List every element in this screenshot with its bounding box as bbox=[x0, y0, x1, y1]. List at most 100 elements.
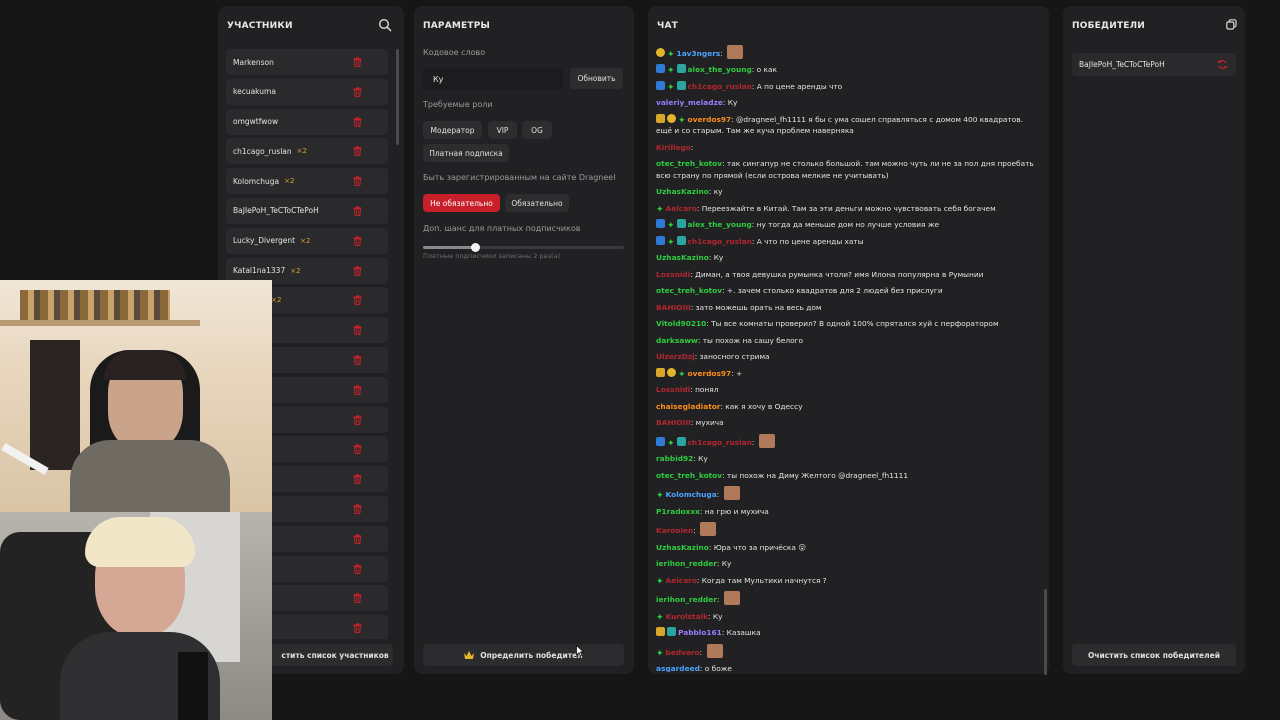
chat-username[interactable]: UzhasKazino bbox=[656, 253, 709, 262]
chat-username[interactable]: BAHIOIII bbox=[656, 418, 691, 427]
chat-username[interactable]: otec_treh_kotov bbox=[656, 159, 722, 168]
chat-message: ✦ ch1cago_ruslan: А что по цене аренды ха… bbox=[656, 233, 1040, 250]
trash-icon[interactable] bbox=[353, 414, 362, 425]
roles-label: Требуемые роли bbox=[423, 100, 493, 109]
chat-message: BAHIOIII: зато можешь орать на весь дом bbox=[656, 299, 1040, 316]
trash-icon[interactable] bbox=[353, 355, 362, 365]
chat-username[interactable]: overdos97 bbox=[688, 115, 732, 124]
star-badge-icon: ✦ bbox=[656, 612, 664, 623]
role-moderator-chip[interactable]: Модератор bbox=[423, 121, 482, 139]
chat-panel: ЧАТ ✦ 1av3ngers: ✦ alex_the_young: о как ✦ c… bbox=[648, 6, 1049, 675]
copy-icon[interactable] bbox=[1226, 19, 1237, 30]
trash-icon[interactable] bbox=[353, 295, 362, 306]
chat-username[interactable]: Lossnidi bbox=[656, 385, 690, 394]
chat-message: Lossnidi: понял bbox=[656, 382, 1040, 399]
codeword-input[interactable]: Ку bbox=[423, 68, 563, 90]
chat-username[interactable]: Kolomchuga bbox=[666, 490, 717, 499]
chat-username[interactable]: Lossnidi bbox=[656, 270, 690, 279]
trash-icon[interactable] bbox=[353, 563, 362, 574]
codeword-label: Кодовое слово bbox=[423, 48, 486, 57]
trash-icon[interactable] bbox=[353, 474, 362, 485]
chat-username[interactable]: rabbid92 bbox=[656, 454, 693, 463]
chat-username[interactable]: Aelcaro bbox=[666, 204, 697, 213]
chat-message: BAHIOIII: мухича bbox=[656, 415, 1040, 432]
gift-badge-icon bbox=[676, 80, 686, 90]
chat-username[interactable]: otec_treh_kotov bbox=[656, 286, 722, 295]
role-subscription-chip[interactable]: Платная подписка bbox=[423, 144, 509, 162]
not-required-option[interactable]: Не обязательно bbox=[423, 194, 500, 212]
role-vip-chip[interactable]: VIP bbox=[488, 121, 517, 139]
chat-username[interactable]: Aelcaro bbox=[666, 576, 697, 585]
determine-winner-button[interactable]: Определить победител bbox=[423, 644, 624, 666]
update-button[interactable]: Обновить bbox=[570, 68, 623, 89]
params-panel: ПАРАМЕТРЫ Кодовое слово Ку Обновить Треб… bbox=[414, 6, 634, 674]
chat-scrollbar[interactable] bbox=[1044, 589, 1047, 675]
determine-winner-label: Определить победител bbox=[480, 650, 583, 660]
chat-username[interactable]: UzhasKazino bbox=[656, 187, 709, 196]
chat-username[interactable]: ch1cago_ruslan bbox=[688, 82, 752, 91]
trash-icon[interactable] bbox=[353, 593, 362, 604]
search-icon[interactable] bbox=[378, 18, 392, 32]
chance-slider[interactable] bbox=[423, 243, 624, 252]
chat-username[interactable]: UzhasKazino bbox=[656, 543, 709, 552]
chat-username[interactable]: alex_the_young bbox=[688, 65, 752, 74]
gift-badge-icon bbox=[676, 219, 686, 228]
emote-image bbox=[723, 591, 740, 605]
chat-username[interactable]: ch1cago_ruslan bbox=[688, 237, 752, 246]
clear-winners-button[interactable]: Очистить список победителей bbox=[1072, 644, 1236, 666]
chat-username[interactable]: alex_the_young bbox=[688, 220, 752, 229]
trash-icon[interactable] bbox=[353, 623, 362, 634]
trash-icon[interactable] bbox=[353, 146, 362, 157]
trash-icon[interactable] bbox=[353, 444, 362, 455]
num-badge-icon bbox=[667, 367, 676, 377]
trash-icon[interactable] bbox=[353, 325, 362, 336]
chance-slider-fill bbox=[423, 246, 476, 249]
chat-message: valeriy_meladze: Ку bbox=[656, 95, 1040, 112]
chat-username[interactable]: Karoolen bbox=[656, 526, 693, 535]
chat-username[interactable]: ierihon_redder bbox=[656, 595, 717, 604]
required-option[interactable]: Обязательно bbox=[505, 194, 569, 212]
chat-username[interactable]: Kirillego bbox=[656, 143, 691, 152]
chat-username[interactable]: ch1cago_ruslan bbox=[688, 438, 752, 447]
chat-username[interactable]: bedvaro bbox=[666, 648, 700, 657]
chat-text: понял bbox=[695, 385, 719, 394]
trash-icon[interactable] bbox=[353, 87, 362, 97]
chat-username[interactable]: ierihon_redder bbox=[656, 559, 717, 568]
trash-icon[interactable] bbox=[353, 385, 362, 395]
trash-icon[interactable] bbox=[353, 534, 362, 544]
chat-username[interactable]: UlzerzDzj bbox=[656, 352, 695, 361]
trash-icon[interactable] bbox=[353, 57, 362, 67]
chat-username[interactable]: overdos97 bbox=[688, 369, 732, 378]
chat-username[interactable]: Kurolstalk bbox=[666, 612, 708, 621]
chat-title: ЧАТ bbox=[657, 21, 678, 31]
chat-username[interactable]: 1av3ngers bbox=[677, 49, 721, 58]
chat-username[interactable]: asgardeed bbox=[656, 664, 700, 672]
participant-multiplier: ×2 bbox=[296, 147, 307, 156]
trash-icon[interactable] bbox=[353, 206, 362, 216]
chance-label: Доп. шанс для платных подписчиков bbox=[423, 224, 581, 233]
trash-icon[interactable] bbox=[353, 116, 362, 127]
chat-username[interactable]: valeriy_meladze bbox=[656, 98, 723, 107]
participant-item: omgwtfwow bbox=[226, 108, 388, 135]
chat-message: ✦ Aelcaro: Когда там Мультики начнутся ? bbox=[656, 572, 1040, 589]
chat-username[interactable]: darksaww bbox=[656, 336, 698, 345]
participant-name: omgwtfwow bbox=[233, 117, 279, 127]
chat-text: ку bbox=[713, 187, 723, 196]
trash-icon[interactable] bbox=[353, 176, 362, 187]
chat-username[interactable]: P1radoxxx bbox=[656, 507, 700, 516]
chat-username[interactable]: Pabblo161 bbox=[678, 628, 722, 637]
trash-icon[interactable] bbox=[353, 236, 362, 246]
trash-icon[interactable] bbox=[353, 504, 362, 514]
chat-username[interactable]: otec_treh_kotov bbox=[656, 471, 722, 480]
chance-slider-thumb[interactable] bbox=[470, 243, 480, 252]
chat-username[interactable]: Vitold90210 bbox=[656, 319, 706, 328]
trash-icon[interactable] bbox=[353, 265, 362, 276]
refresh-icon[interactable] bbox=[1217, 59, 1228, 70]
winners-panel: ПОБЕДИТЕЛИ BaJIePoH_TeCToCTePoH Очистить… bbox=[1063, 6, 1245, 674]
participants-scrollbar[interactable] bbox=[396, 49, 399, 145]
clear-participants-label: стить список участников bbox=[281, 650, 389, 660]
chat-username[interactable]: BAHIOIII bbox=[656, 303, 691, 312]
chat-username[interactable]: chaisegladiator bbox=[656, 402, 720, 411]
role-og-chip[interactable]: OG bbox=[522, 121, 552, 139]
chat-text: ты похож на сашу белого bbox=[702, 335, 804, 345]
